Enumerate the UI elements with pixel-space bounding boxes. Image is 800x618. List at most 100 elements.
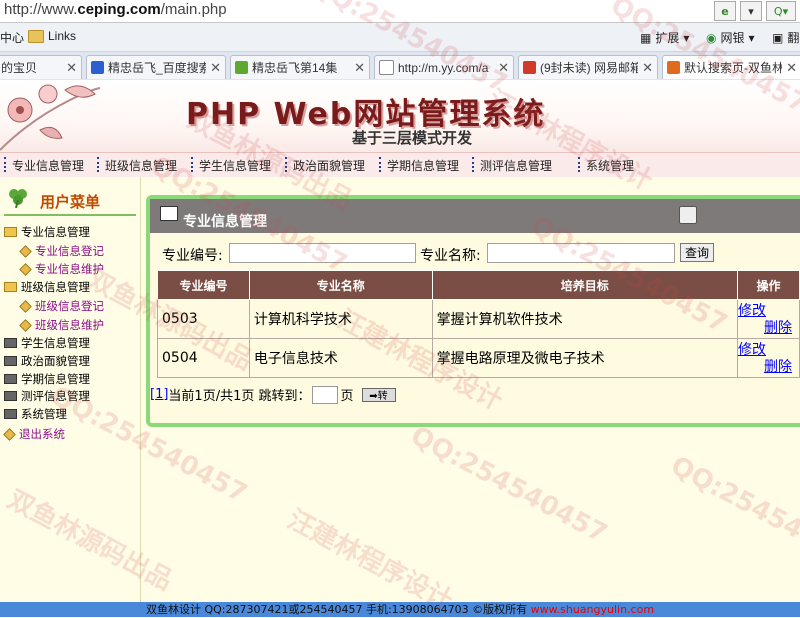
sidebar-item-system-mgmt[interactable]: 系统管理 [4, 406, 67, 422]
major-table: 专业编号 专业名称 培养目标 操作 0503 计算机科学技术 掌握计算机软件技术… [157, 270, 800, 378]
close-icon[interactable]: ✕ [66, 60, 77, 76]
footer-link[interactable]: www.shuangyulin.com [531, 603, 654, 616]
tab-mail[interactable]: (9封未读) 网易邮箱 ✕ [518, 55, 658, 79]
site-subtitle: 基于三层模式开发 [352, 129, 473, 147]
bookmark-center[interactable]: 中心 [0, 29, 24, 46]
sidebar-item-label: 专业信息维护 [35, 262, 104, 276]
search-engine-icon[interactable]: Q▾ [766, 1, 796, 21]
major-code-label: 专业编号: [162, 248, 223, 264]
nav-major-mgmt[interactable]: 专业信息管理 [3, 157, 84, 174]
cell-operations: 修改 删除 [737, 299, 800, 339]
close-icon[interactable]: ✕ [210, 60, 221, 76]
baidu-icon [91, 61, 104, 74]
tab-label: 精忠岳飞_百度搜索 [108, 61, 207, 75]
nav-evaluation-mgmt[interactable]: 测评信息管理 [471, 157, 552, 174]
sidebar-item-label: 班级信息管理 [21, 280, 90, 294]
mail-icon [523, 61, 536, 74]
extensions-button[interactable]: ▦ 扩展 ▾ [640, 29, 689, 46]
nav-political-mgmt[interactable]: 政治面貌管理 [284, 157, 365, 174]
dropdown-arrow-icon[interactable]: ▾ [740, 1, 762, 21]
nav-term-mgmt[interactable]: 学期信息管理 [378, 157, 459, 174]
close-icon[interactable]: ✕ [786, 60, 797, 76]
tab-active-search[interactable]: 默认搜索页-双鱼林 ✕ [662, 55, 800, 79]
cell-code: 0504 [157, 338, 250, 378]
search-page-icon [667, 61, 680, 74]
folder-open-icon [4, 227, 17, 237]
print-icon[interactable] [679, 206, 697, 224]
column-header: 培养目标 [431, 270, 739, 300]
sidebar-item-student-mgmt[interactable]: 学生信息管理 [4, 335, 90, 351]
sidebar-item-logout[interactable]: 退出系统 [3, 426, 65, 442]
table-header-row: 专业编号 专业名称 培养目标 操作 [157, 270, 800, 300]
sidebar-item-label: 政治面貌管理 [21, 354, 90, 368]
tab-label: http://m.yy.com/a [398, 60, 489, 75]
browser-e-icon[interactable]: e [714, 1, 736, 21]
sidebar-item-label: 专业信息管理 [21, 225, 90, 239]
close-icon[interactable]: ✕ [642, 60, 653, 76]
sidebar-item-evaluation-mgmt[interactable]: 测评信息管理 [4, 388, 90, 404]
go-button[interactable]: ➡转 [361, 387, 396, 402]
shield-icon: ◉ [706, 30, 717, 45]
url-text[interactable]: http://www.ceping.com/main.php [4, 1, 227, 18]
tab-baidu[interactable]: 精忠岳飞_百度搜索 ✕ [86, 55, 226, 79]
goto-page-input[interactable] [312, 385, 339, 404]
table-row: 0504 电子信息技术 掌握电路原理及微电子技术 修改 删除 [157, 338, 800, 378]
sidebar-item-label: 系统管理 [21, 407, 67, 421]
sidebar-item-major-register[interactable]: 专业信息登记 [19, 243, 104, 259]
page-link[interactable]: [1] [150, 387, 168, 402]
folder-closed-icon [4, 409, 17, 419]
address-bar-buttons: e ▾ Q▾ [714, 0, 800, 22]
netbank-button[interactable]: ◉ 网银 ▾ [706, 29, 755, 46]
sidebar-item-major-maintain[interactable]: 专业信息维护 [19, 261, 104, 277]
nav-system-mgmt[interactable]: 系统管理 [577, 157, 634, 174]
folder-open-icon [4, 282, 17, 292]
clover-icon [9, 189, 27, 208]
tab-taobao[interactable]: 的宝贝 ✕ [0, 55, 82, 79]
cell-name: 计算机科学技术 [248, 299, 433, 339]
translate-icon: ▣ [772, 30, 784, 45]
close-icon[interactable]: ✕ [498, 60, 509, 76]
delete-link[interactable]: 删除 [738, 359, 799, 376]
browser-address-bar[interactable]: http://www.ceping.com/main.php e ▾ Q▾ [0, 0, 800, 23]
sidebar-item-label: 班级信息登记 [35, 299, 104, 313]
folder-icon [28, 29, 44, 43]
translate-button[interactable]: ▣ 翻 [772, 29, 799, 46]
edit-link[interactable]: 修改 [738, 342, 799, 359]
pagination: [1] 当前1页/共1页 跳转到： 页 ➡转 [150, 385, 396, 404]
search-button[interactable]: 查询 [680, 243, 714, 262]
folder-closed-icon [4, 391, 17, 401]
cell-operations: 修改 删除 [737, 338, 800, 378]
edit-link[interactable]: 修改 [738, 303, 799, 320]
sidebar-item-political-mgmt[interactable]: 政治面貌管理 [4, 353, 90, 369]
sidebar-item-class-maintain[interactable]: 班级信息维护 [19, 317, 104, 333]
delete-link[interactable]: 删除 [738, 320, 799, 337]
video-site-icon [235, 61, 248, 74]
cell-name: 电子信息技术 [248, 338, 433, 378]
page-status: 当前1页/共1页 跳转到： [168, 389, 311, 404]
major-code-input[interactable] [229, 243, 416, 263]
folder-closed-icon [4, 356, 17, 366]
sidebar-item-class-register[interactable]: 班级信息登记 [19, 298, 104, 314]
nav-student-mgmt[interactable]: 学生信息管理 [190, 157, 271, 174]
diamond-icon [3, 427, 16, 441]
major-name-input[interactable] [487, 243, 675, 263]
sidebar-item-term-mgmt[interactable]: 学期信息管理 [4, 371, 90, 387]
major-name-label: 专业名称: [420, 248, 481, 264]
close-icon[interactable]: ✕ [354, 60, 365, 76]
column-header: 专业名称 [248, 270, 433, 300]
sidebar-item-class-mgmt[interactable]: 班级信息管理 [4, 279, 90, 295]
nav-class-mgmt[interactable]: 班级信息管理 [96, 157, 177, 174]
sidebar-item-label: 退出系统 [19, 427, 65, 441]
top-navigation: 专业信息管理 班级信息管理 学生信息管理 政治面貌管理 学期信息管理 测评信息管… [0, 152, 800, 178]
bookmark-links[interactable]: Links [28, 29, 76, 43]
tab-yy[interactable]: http://m.yy.com/a ✕ [374, 55, 514, 79]
flower-decoration-icon [0, 84, 101, 151]
sidebar-item-major-mgmt[interactable]: 专业信息管理 [4, 224, 90, 240]
panel-title: 专业信息管理 [183, 214, 267, 230]
diamond-icon [19, 299, 32, 313]
sidebar-item-label: 班级信息维护 [35, 318, 104, 332]
tab-video[interactable]: 精忠岳飞第14集 ✕ [230, 55, 370, 79]
edit-form-icon [160, 206, 178, 221]
footer: 双鱼林设计 QQ:287307421或254540457 手机:13908064… [0, 602, 800, 617]
tab-label: (9封未读) 网易邮箱 [540, 61, 639, 75]
